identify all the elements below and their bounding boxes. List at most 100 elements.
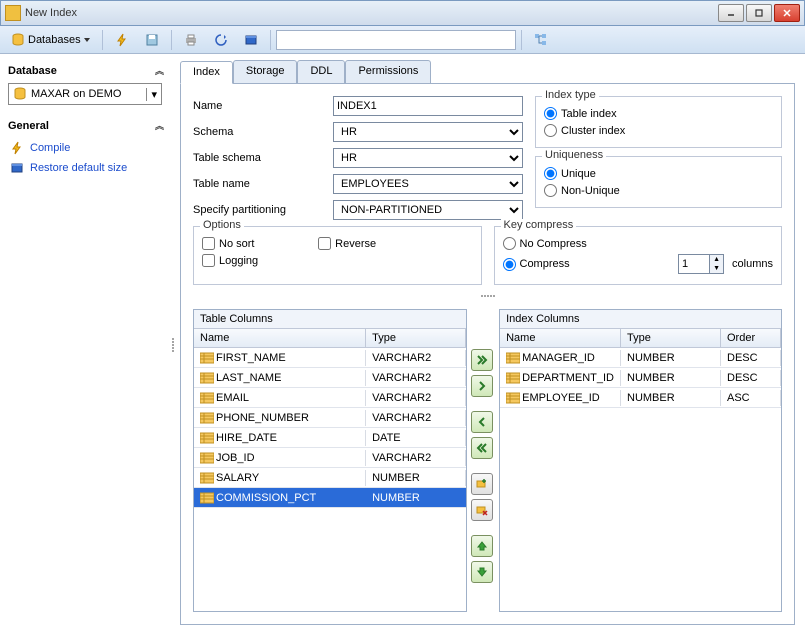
name-label: Name: [193, 100, 333, 112]
chevron-down-icon: ▾: [146, 88, 157, 101]
tab-storage[interactable]: Storage: [233, 60, 298, 83]
database-icon: [13, 87, 27, 101]
collapse-icon: ︽: [155, 64, 162, 77]
table-name-select[interactable]: EMPLOYEES: [333, 174, 523, 194]
index-columns-panel: Index Columns Name Type Order MANAGER_ID…: [499, 309, 782, 612]
table-row[interactable]: PHONE_NUMBERVARCHAR2: [194, 408, 466, 428]
col-header-name[interactable]: Name: [194, 329, 366, 347]
tab-permissions[interactable]: Permissions: [345, 60, 431, 83]
table-row[interactable]: EMPLOYEE_IDNUMBERASC: [500, 388, 781, 408]
add-all-button[interactable]: [471, 349, 493, 371]
table-row[interactable]: FIRST_NAMEVARCHAR2: [194, 348, 466, 368]
table-columns-grid-header: Name Type: [194, 329, 466, 348]
general-section-header[interactable]: General︽: [8, 119, 162, 132]
name-input[interactable]: [333, 96, 523, 116]
save-icon: [145, 33, 159, 47]
index-type-legend: Index type: [542, 89, 599, 101]
index-columns-header: Index Columns: [500, 310, 781, 329]
database-icon: [11, 33, 25, 47]
maximize-button[interactable]: [746, 4, 772, 22]
save-toolbar-button[interactable]: [138, 29, 166, 51]
schema-select[interactable]: HR: [333, 122, 523, 142]
refresh-toolbar-button[interactable]: [207, 29, 235, 51]
no-compress-radio[interactable]: [503, 237, 516, 250]
remove-all-button[interactable]: [471, 437, 493, 459]
remove-expression-button[interactable]: [471, 499, 493, 521]
side-panel: Database︽ MAXAR on DEMO ▾ General︽ Compi…: [0, 54, 170, 635]
database-section-header[interactable]: Database︽: [8, 64, 162, 77]
index-columns-body[interactable]: MANAGER_IDNUMBERDESCDEPARTMENT_IDNUMBERD…: [500, 348, 781, 611]
table-schema-select[interactable]: HR: [333, 148, 523, 168]
table-row[interactable]: SALARYNUMBER: [194, 468, 466, 488]
key-compress-legend: Key compress: [501, 219, 577, 231]
restore-default-size-link[interactable]: Restore default size: [8, 158, 162, 178]
databases-dropdown[interactable]: Databases: [4, 29, 97, 51]
toolbar-combo[interactable]: [276, 30, 516, 50]
minimize-button[interactable]: [718, 4, 744, 22]
close-button[interactable]: [774, 4, 800, 22]
logging-checkbox[interactable]: [202, 254, 215, 267]
uniqueness-legend: Uniqueness: [542, 149, 606, 161]
remove-button[interactable]: [471, 411, 493, 433]
collapse-icon: ︽: [155, 119, 162, 132]
add-button[interactable]: [471, 375, 493, 397]
databases-label: Databases: [28, 34, 81, 46]
database-selected-label: MAXAR on DEMO: [31, 88, 121, 100]
table-row[interactable]: EMAILVARCHAR2: [194, 388, 466, 408]
database-selector[interactable]: MAXAR on DEMO ▾: [8, 83, 162, 105]
tab-bar: Index Storage DDL Permissions: [180, 60, 795, 84]
tree-toolbar-button[interactable]: [527, 29, 555, 51]
horizontal-splitter[interactable]: [193, 293, 782, 299]
compress-radio[interactable]: [503, 258, 516, 271]
move-up-button[interactable]: [471, 535, 493, 557]
table-columns-header: Table Columns: [194, 310, 466, 329]
uniqueness-group: Uniqueness Unique Non-Unique: [535, 156, 782, 208]
restore-size-icon: [244, 33, 258, 47]
lightning-icon: [115, 33, 129, 47]
table-row[interactable]: COMMISSION_PCTNUMBER: [194, 488, 466, 508]
table-schema-label: Table schema: [193, 152, 333, 164]
table-row[interactable]: MANAGER_IDNUMBERDESC: [500, 348, 781, 368]
reverse-checkbox[interactable]: [318, 237, 331, 250]
index-columns-grid-header: Name Type Order: [500, 329, 781, 348]
col-header-order[interactable]: Order: [721, 329, 781, 347]
unique-radio[interactable]: [544, 167, 557, 180]
add-expression-button[interactable]: [471, 473, 493, 495]
cluster-index-radio[interactable]: [544, 124, 557, 137]
partitioning-label: Specify partitioning: [193, 204, 333, 216]
table-row[interactable]: JOB_IDVARCHAR2: [194, 448, 466, 468]
table-row[interactable]: LAST_NAMEVARCHAR2: [194, 368, 466, 388]
table-columns-body[interactable]: FIRST_NAMEVARCHAR2LAST_NAMEVARCHAR2EMAIL…: [194, 348, 466, 611]
index-type-group: Index type Table index Cluster index: [535, 96, 782, 148]
toolbar: Databases: [0, 26, 805, 54]
col-header-name[interactable]: Name: [500, 329, 621, 347]
compile-toolbar-button[interactable]: [108, 29, 136, 51]
restore-size-toolbar-button[interactable]: [237, 29, 265, 51]
table-row[interactable]: DEPARTMENT_IDNUMBERDESC: [500, 368, 781, 388]
spin-down-icon[interactable]: ▼: [710, 264, 723, 273]
body: Database︽ MAXAR on DEMO ▾ General︽ Compi…: [0, 54, 805, 635]
nosort-checkbox[interactable]: [202, 237, 215, 250]
col-header-type[interactable]: Type: [366, 329, 466, 347]
compile-link[interactable]: Compile: [8, 138, 162, 158]
nonunique-radio[interactable]: [544, 184, 557, 197]
schema-label: Schema: [193, 126, 333, 138]
tab-index[interactable]: Index: [180, 61, 233, 84]
move-down-button[interactable]: [471, 561, 493, 583]
app-icon: [5, 5, 21, 21]
separator: [270, 30, 271, 50]
main-area: Index Storage DDL Permissions Name Schem…: [176, 54, 805, 635]
separator: [102, 30, 103, 50]
table-row[interactable]: HIRE_DATEDATE: [194, 428, 466, 448]
tab-ddl[interactable]: DDL: [297, 60, 345, 83]
refresh-icon: [214, 33, 228, 47]
compress-columns-spinner[interactable]: ▲▼: [678, 254, 724, 274]
restore-size-icon: [10, 161, 24, 175]
columns-area: Table Columns Name Type FIRST_NAMEVARCHA…: [193, 309, 782, 612]
partitioning-select[interactable]: NON-PARTITIONED: [333, 200, 523, 220]
spin-up-icon[interactable]: ▲: [710, 255, 723, 264]
print-toolbar-button[interactable]: [177, 29, 205, 51]
col-header-type[interactable]: Type: [621, 329, 721, 347]
table-index-radio[interactable]: [544, 107, 557, 120]
table-columns-panel: Table Columns Name Type FIRST_NAMEVARCHA…: [193, 309, 467, 612]
